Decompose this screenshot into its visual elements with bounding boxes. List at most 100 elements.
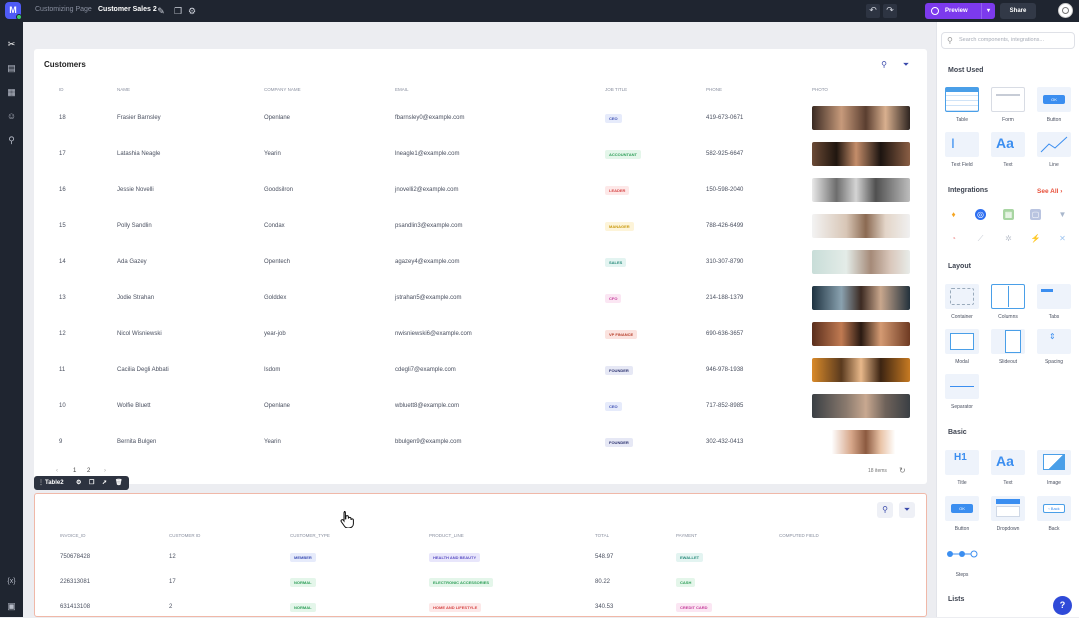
integration-gear-icon[interactable]: ✲	[1003, 233, 1014, 244]
widget-image[interactable]: Image	[1037, 450, 1071, 486]
layers-icon[interactable]: ▣	[5, 600, 18, 613]
col-header-name[interactable]: NAME	[117, 87, 130, 92]
widget-text[interactable]: Aa Text	[991, 132, 1025, 168]
tabs-icon	[1037, 284, 1071, 309]
table-row[interactable]: 750678428 12 MEMBER HEALTH AND BEAUTY 54…	[35, 549, 928, 574]
page-title[interactable]: Customer Sales 2	[98, 6, 157, 13]
table-row[interactable]: 18 Frasier Barnsley Openlane fbarnsley0@…	[34, 106, 927, 142]
widget-label: Line	[1049, 162, 1059, 168]
copy-icon[interactable]: ❐	[89, 476, 94, 490]
col-header-id[interactable]: ID	[59, 87, 64, 92]
widget-separator[interactable]: Separator	[945, 374, 979, 410]
col-header-computed-field[interactable]: COMPUTED FIELD	[779, 533, 819, 538]
table-row[interactable]: 14 Ada Gazey Opentech agazey4@example.co…	[34, 250, 927, 286]
redo-icon[interactable]: ↷	[883, 4, 897, 18]
top-bar: M Customizing Page Customer Sales 2 ✎ ❐ …	[0, 0, 1079, 22]
cell-total: 80.22	[595, 579, 611, 585]
pencil-icon[interactable]: ✎	[155, 5, 167, 17]
invoices-table-card[interactable]: ⚲ ⏷ INVOICE_ID CUSTOMER ID CUSTOMER_TYPE…	[34, 493, 927, 617]
gear-icon[interactable]: ⚙	[186, 5, 198, 17]
table-row[interactable]: 9 Bernita Bulgen Yearin bbulgen9@example…	[34, 430, 927, 466]
widget-spacing[interactable]: ⇕ Spacing	[1037, 329, 1071, 365]
widget-container[interactable]: Container	[945, 284, 979, 320]
col-header-customer-type[interactable]: CUSTOMER_TYPE	[290, 533, 330, 538]
widget-text-field[interactable]: I Text Field	[945, 132, 979, 168]
widget-dropdown[interactable]: Dropdown	[991, 496, 1025, 532]
search-icon[interactable]: ⚲	[876, 57, 892, 73]
integration-gauge-icon[interactable]: ◔	[948, 233, 959, 244]
col-header-product-line[interactable]: PRODUCT_LINE	[429, 533, 464, 538]
widget-title[interactable]: H1 Title	[945, 450, 979, 486]
widget-slideout[interactable]: Slideout	[991, 329, 1025, 365]
app-logo[interactable]: M	[5, 2, 22, 20]
integration-chat-icon[interactable]: ▼	[1057, 209, 1068, 220]
pager-prev[interactable]: ‹	[56, 468, 58, 474]
table-row[interactable]: 631413108 2 NORMAL HOME AND LIFESTYLE 34…	[35, 599, 928, 618]
integration-x-icon[interactable]: ✕	[1057, 233, 1068, 244]
chevron-down-icon[interactable]: ▾	[981, 3, 995, 19]
integration-square-icon[interactable]: ▢	[1030, 209, 1041, 220]
avatar[interactable]	[1058, 3, 1073, 18]
cell-company: Yearin	[264, 151, 281, 157]
integration-slash-icon[interactable]: ⟋	[975, 233, 986, 244]
widget-text[interactable]: Aa Text	[991, 450, 1025, 486]
table-row[interactable]: 226313081 17 NORMAL ELECTRONIC ACCESSORI…	[35, 574, 928, 599]
filter-icon[interactable]: ⏷	[898, 57, 914, 73]
widget-modal[interactable]: Modal	[945, 329, 979, 365]
refresh-icon[interactable]: ↻	[899, 466, 906, 475]
widget-line[interactable]: Line	[1037, 132, 1071, 168]
filter-icon[interactable]: ⏷	[899, 502, 915, 518]
table-row[interactable]: 10 Wolfie Bluett Openlane wbluett8@examp…	[34, 394, 927, 430]
hand-cursor-icon	[340, 511, 354, 528]
table-row[interactable]: 11 Cacilia Degli Abbati Isdom cdegli7@ex…	[34, 358, 927, 394]
pager-page-1[interactable]: 1	[73, 468, 76, 474]
share-icon[interactable]: ➚	[102, 476, 107, 490]
widget-steps[interactable]: Steps	[945, 542, 979, 578]
pager-next[interactable]: ›	[104, 468, 106, 474]
widget-button[interactable]: OK Button	[1037, 87, 1071, 123]
firebase-icon[interactable]: ♦	[948, 209, 959, 220]
breadcrumb-app[interactable]: Customizing Page	[35, 6, 92, 13]
widget-form[interactable]: Form	[991, 87, 1025, 123]
table-row[interactable]: 17 Latashia Neagle Yearin lneagle1@examp…	[34, 142, 927, 178]
variables-icon[interactable]: {x}	[5, 575, 18, 588]
col-header-payment[interactable]: PAYMENT	[676, 533, 697, 538]
widget-back[interactable]: ‹ Back Back	[1037, 496, 1071, 532]
table-row[interactable]: 16 Jessie Novelli Goodsilron jnovelli2@e…	[34, 178, 927, 214]
design-tools-icon[interactable]: ✂	[5, 38, 18, 51]
undo-icon[interactable]: ↶	[866, 4, 880, 18]
share-button[interactable]: Share	[1000, 3, 1036, 19]
col-header-total[interactable]: TOTAL	[595, 533, 609, 538]
col-header-photo[interactable]: PHOTO	[812, 87, 828, 92]
trash-icon[interactable]: 🗑	[115, 476, 123, 490]
sheets-icon[interactable]: ▦	[1003, 209, 1014, 220]
col-header-job-title[interactable]: JOB TITLE	[605, 87, 627, 92]
help-button[interactable]: ?	[1053, 596, 1072, 615]
gear-icon[interactable]: ⚙	[76, 476, 81, 490]
drag-handle-icon[interactable]: ⋮	[38, 476, 44, 490]
copy-icon[interactable]: ❐	[172, 5, 184, 17]
table-row[interactable]: 15 Polly Sandlin Condax psandlin3@exampl…	[34, 214, 927, 250]
col-header-customer-id[interactable]: CUSTOMER ID	[169, 533, 200, 538]
database-icon[interactable]: ▤	[5, 62, 18, 75]
pages-icon[interactable]: ▦	[5, 86, 18, 99]
col-header-email[interactable]: EMAIL	[395, 87, 409, 92]
col-header-phone[interactable]: PHONE	[706, 87, 722, 92]
table-row[interactable]: 13 Jodie Strahan Golddex jstrahan5@examp…	[34, 286, 927, 322]
component-search-input[interactable]: ⚲ Search components, integrations...	[941, 32, 1075, 49]
integration-o-icon[interactable]: ◎	[975, 209, 986, 220]
widget-table[interactable]: Table	[945, 87, 979, 123]
widget-columns[interactable]: Columns	[991, 284, 1025, 320]
users-icon[interactable]: ☺	[5, 110, 18, 123]
see-all-link[interactable]: See All ›	[1037, 188, 1062, 195]
col-header-invoice-id[interactable]: INVOICE_ID	[60, 533, 86, 538]
search-icon[interactable]: ⚲	[877, 502, 893, 518]
integration-bolt-icon[interactable]: ⚡	[1030, 233, 1041, 244]
pager-page-2[interactable]: 2	[87, 468, 90, 474]
hierarchy-icon[interactable]: ⚲	[5, 134, 18, 147]
preview-button[interactable]: Preview ▾	[925, 3, 995, 19]
table-row[interactable]: 12 Nicol Wisniewski year-job nwisniewski…	[34, 322, 927, 358]
widget-button[interactable]: OK Button	[945, 496, 979, 532]
widget-tabs[interactable]: Tabs	[1037, 284, 1071, 320]
col-header-company[interactable]: COMPANY NAME	[264, 87, 301, 92]
